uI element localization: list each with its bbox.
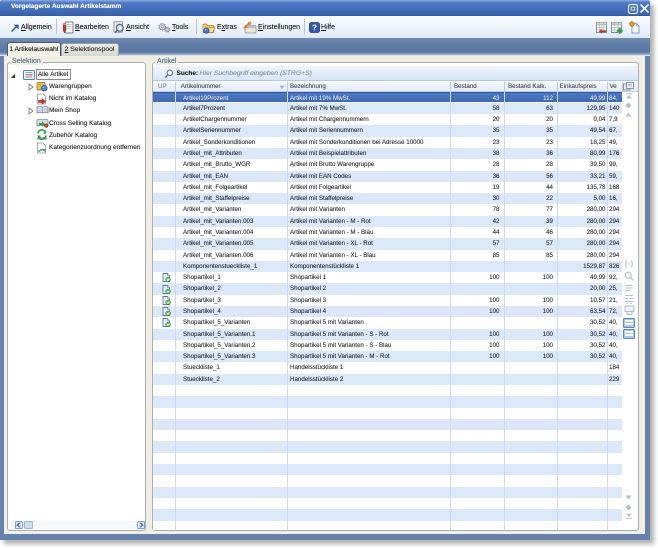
svg-text:?: ? [312, 23, 317, 33]
